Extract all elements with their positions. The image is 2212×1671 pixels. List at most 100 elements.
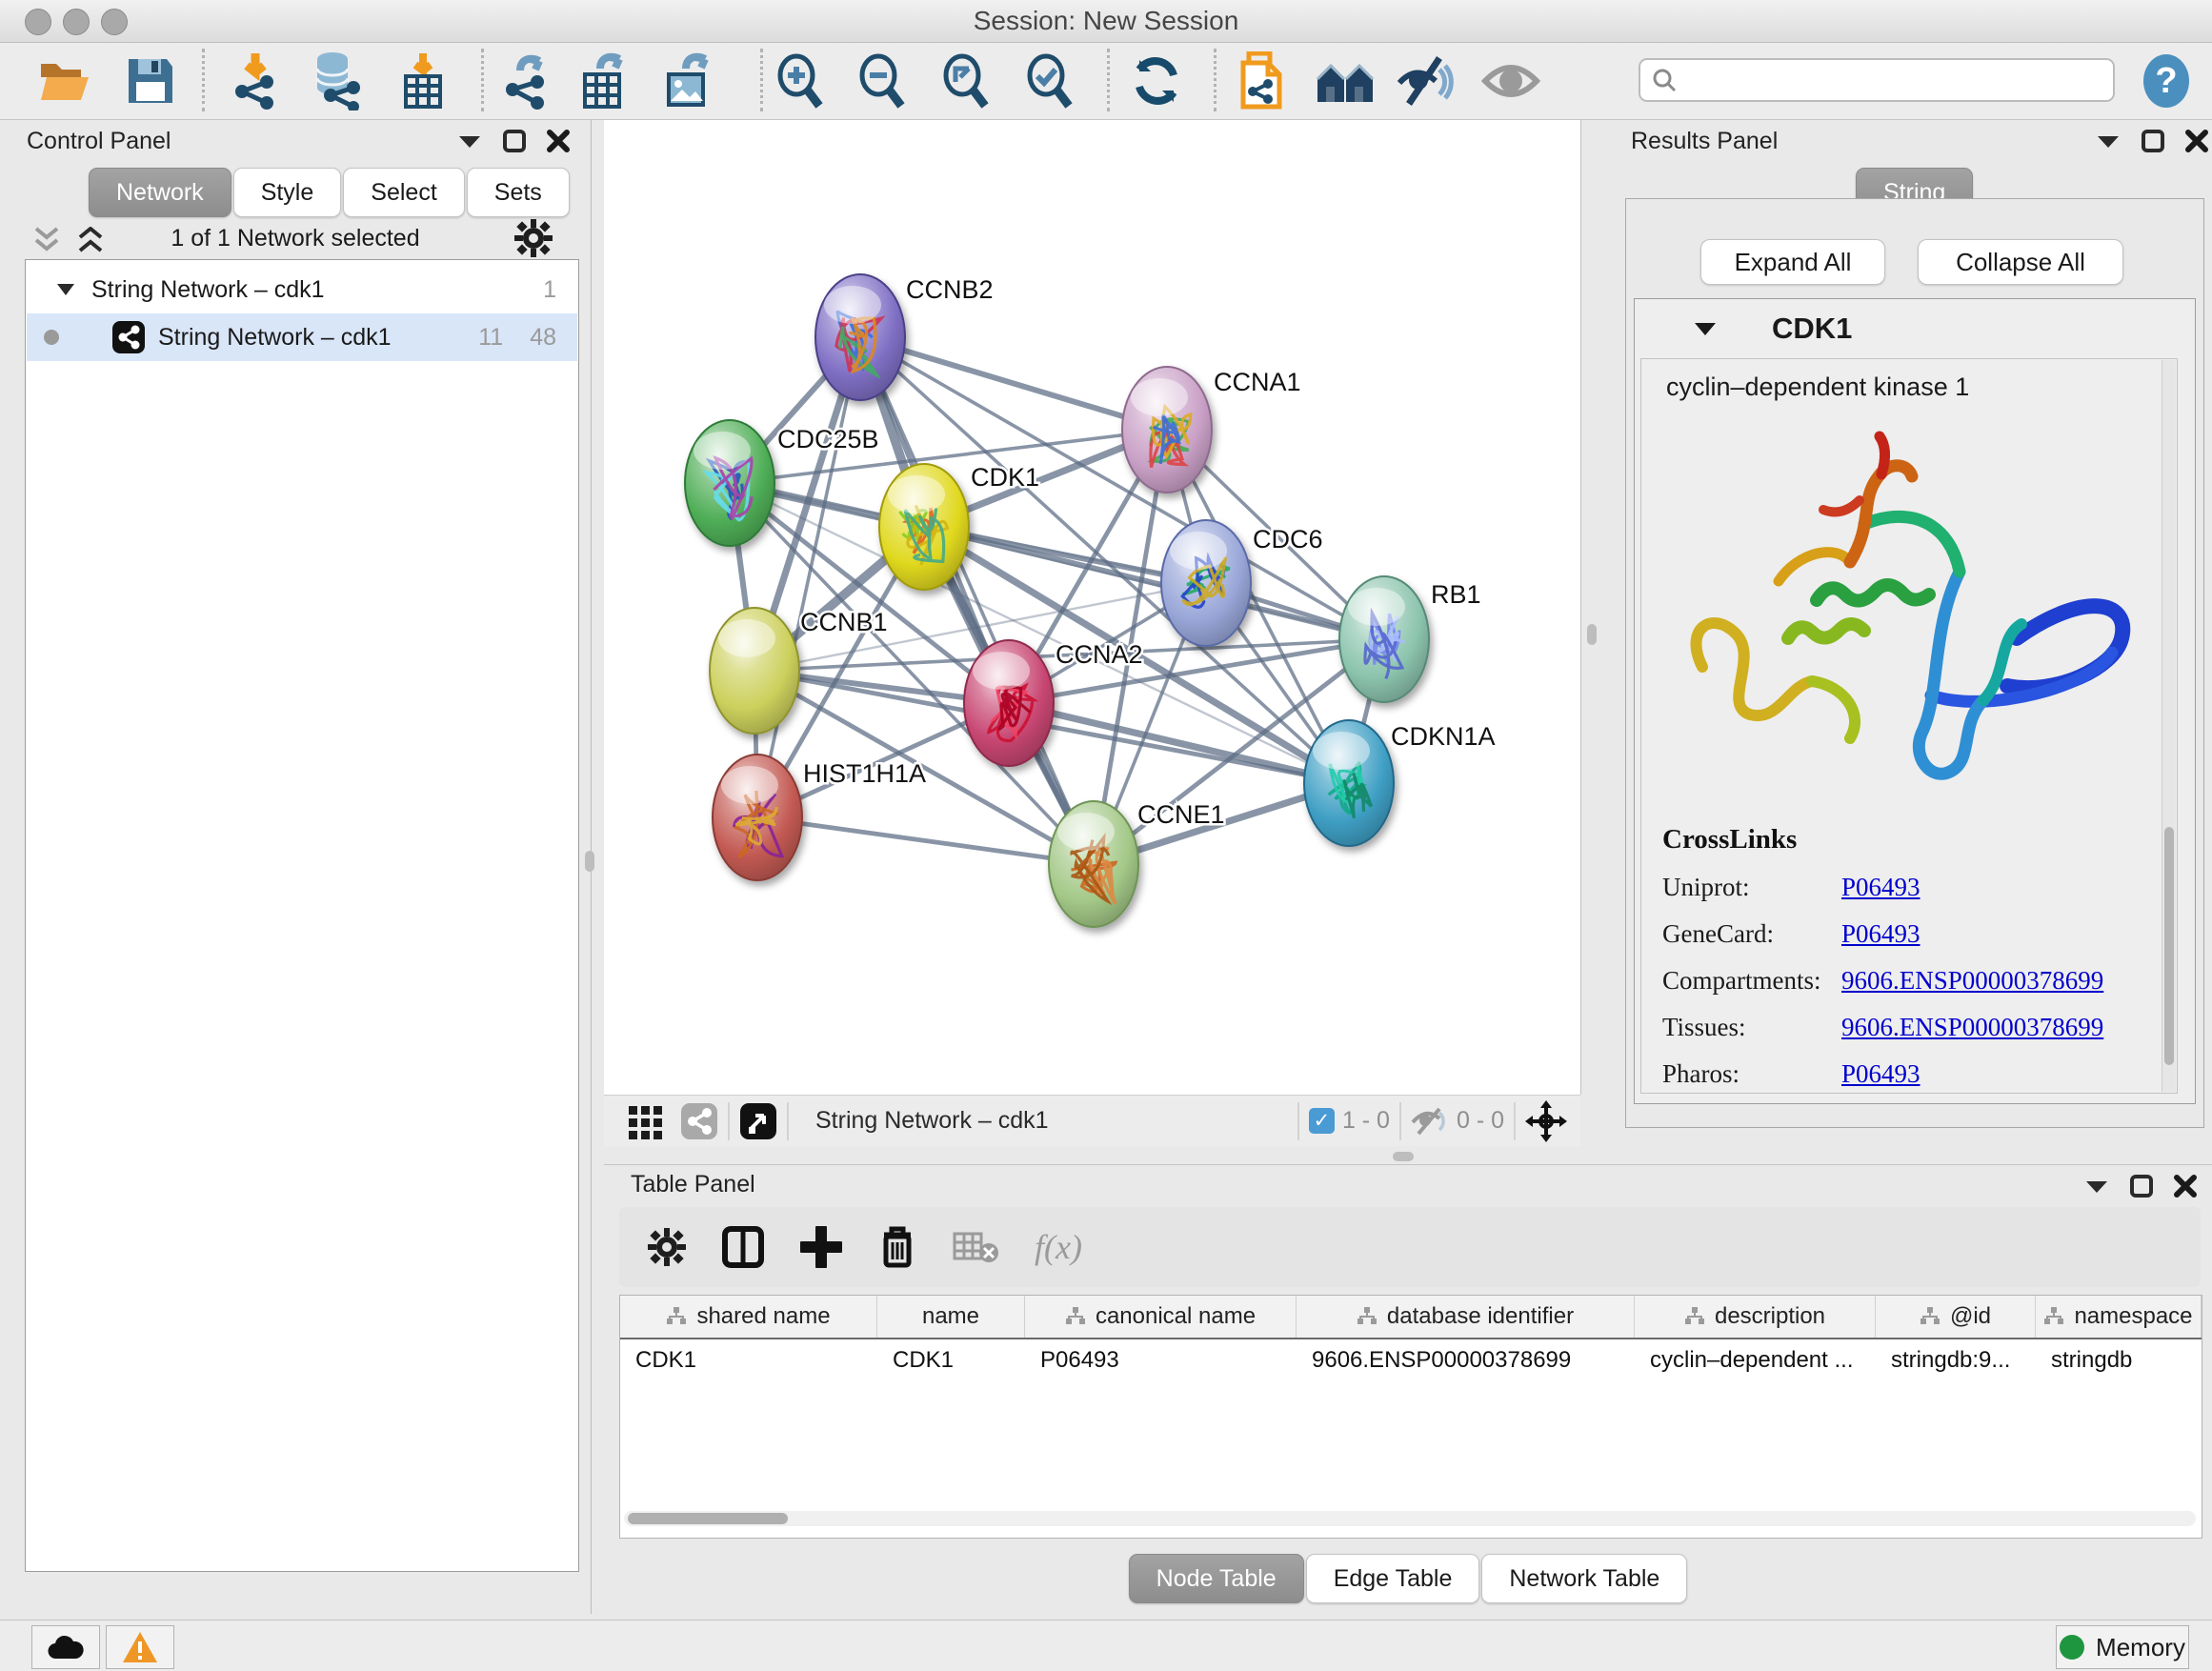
column-header-canonical-name[interactable]: canonical name xyxy=(1025,1296,1297,1338)
network-edge[interactable] xyxy=(757,337,860,817)
crosslink-link[interactable]: 9606.ENSP00000378699 xyxy=(1841,1013,2103,1042)
clone-network-icon[interactable] xyxy=(1231,50,1292,111)
results-scrollbar-thumb[interactable] xyxy=(2164,827,2174,1065)
network-edge[interactable] xyxy=(1009,703,1349,783)
left-splitter-handle[interactable] xyxy=(585,851,594,872)
table-cell[interactable]: cyclin–dependent ... xyxy=(1635,1339,1876,1381)
network-node-CDC6[interactable]: CDC6 xyxy=(1161,520,1323,646)
tab-sets[interactable]: Sets xyxy=(467,168,570,217)
column-header-database-identifier[interactable]: database identifier xyxy=(1297,1296,1635,1338)
column-header-name[interactable]: name xyxy=(877,1296,1025,1338)
tab-style[interactable]: Style xyxy=(233,168,342,217)
panel-close-icon[interactable] xyxy=(2185,130,2208,152)
show-columns-icon[interactable] xyxy=(722,1226,764,1268)
export-image-icon[interactable] xyxy=(657,50,718,111)
network-edge[interactable] xyxy=(757,817,1094,864)
table-cell[interactable]: stringdb xyxy=(2036,1339,2202,1381)
network-collection-row[interactable]: String Network – cdk1 1 xyxy=(27,266,577,313)
network-node-CDKN1A[interactable]: CDKN1A xyxy=(1304,720,1496,846)
network-node-CCNA2[interactable]: CCNA2 xyxy=(964,640,1143,766)
tab-select[interactable]: Select xyxy=(343,168,464,217)
function-builder-icon[interactable]: f(x) xyxy=(1035,1227,1082,1267)
memory-button[interactable]: Memory xyxy=(2056,1625,2189,1669)
import-network-icon[interactable] xyxy=(225,50,286,111)
network-node-RB1[interactable]: RB1 xyxy=(1339,576,1481,702)
add-column-icon[interactable] xyxy=(800,1226,842,1268)
protein-card-header[interactable]: CDK1 xyxy=(1635,299,2195,358)
selected-nodes-checkbox[interactable]: ✓ xyxy=(1309,1108,1335,1134)
table-cell[interactable]: P06493 xyxy=(1025,1339,1297,1381)
pan-tool-icon[interactable] xyxy=(1525,1100,1567,1142)
warning-status-button[interactable] xyxy=(106,1625,174,1669)
open-session-icon[interactable] xyxy=(34,50,95,111)
network-edge[interactable] xyxy=(860,337,1167,430)
network-canvas[interactable]: CCNB2CCNA1CDC25BCDK1CDC6RB1CCNB1CCNA2CDK… xyxy=(604,120,1581,1095)
horizontal-splitter-handle[interactable] xyxy=(1393,1152,1414,1161)
delete-table-icon[interactable] xyxy=(953,1230,998,1264)
grid-view-icon[interactable] xyxy=(627,1102,665,1140)
collection-expand-icon[interactable] xyxy=(55,282,76,297)
hidden-items-icon[interactable] xyxy=(1411,1107,1449,1136)
crosslink-link[interactable]: 9606.ENSP00000378699 xyxy=(1841,966,2103,996)
import-table-icon[interactable] xyxy=(392,50,453,111)
search-input[interactable] xyxy=(1677,66,2090,94)
tab-network[interactable]: Network xyxy=(89,168,231,217)
zoom-fit-icon[interactable] xyxy=(935,50,996,111)
zoom-selected-icon[interactable] xyxy=(1019,50,1080,111)
birdseye-view-icon[interactable] xyxy=(739,1102,777,1140)
show-all-icon[interactable] xyxy=(1480,50,1541,111)
network-node-CCNE1[interactable]: CCNE1 xyxy=(1049,800,1225,927)
hide-selection-icon[interactable] xyxy=(1397,50,1458,111)
tab-edge-table[interactable]: Edge Table xyxy=(1306,1554,1480,1603)
panel-collapse-icon[interactable] xyxy=(457,132,482,150)
export-table-icon[interactable] xyxy=(573,50,634,111)
table-cell[interactable]: stringdb:9... xyxy=(1876,1339,2036,1381)
network-node-CDK1[interactable]: CDK1 xyxy=(879,463,1039,590)
column-header-namespace[interactable]: namespace xyxy=(2036,1296,2202,1338)
table-cell[interactable]: CDK1 xyxy=(620,1339,877,1381)
import-network-database-icon[interactable] xyxy=(307,50,368,111)
panel-close-icon[interactable] xyxy=(547,130,570,152)
network-row-label: String Network – cdk1 xyxy=(158,324,392,352)
column-header-@id[interactable]: @id xyxy=(1876,1296,2036,1338)
tab-node-table[interactable]: Node Table xyxy=(1129,1554,1304,1603)
network-node-CCNB2[interactable]: CCNB2 xyxy=(815,274,994,400)
network-list-view-icon[interactable] xyxy=(680,1102,718,1140)
collapse-all-button[interactable]: Collapse All xyxy=(1918,239,2123,285)
network-node-HIST1H1A[interactable]: HIST1H1A xyxy=(713,755,926,880)
table-cell[interactable]: 9606.ENSP00000378699 xyxy=(1297,1339,1635,1381)
network-graph[interactable]: CCNB2CCNA1CDC25BCDK1CDC6RB1CCNB1CCNA2CDK… xyxy=(604,120,1580,1095)
panel-float-icon[interactable] xyxy=(2130,1175,2153,1198)
panel-close-icon[interactable] xyxy=(2174,1175,2197,1198)
column-header-shared-name[interactable]: shared name xyxy=(620,1296,877,1338)
panel-float-icon[interactable] xyxy=(2142,130,2164,152)
network-row[interactable]: String Network – cdk1 11 48 xyxy=(27,313,577,361)
panel-collapse-icon[interactable] xyxy=(2084,1178,2109,1195)
zoom-out-icon[interactable] xyxy=(852,50,913,111)
card-collapse-icon[interactable] xyxy=(1694,321,1717,337)
tab-network-table[interactable]: Network Table xyxy=(1481,1554,1687,1603)
column-header-description[interactable]: description xyxy=(1635,1296,1876,1338)
crosslink-link[interactable]: P06493 xyxy=(1841,919,1920,949)
panel-collapse-icon[interactable] xyxy=(2096,132,2121,150)
export-network-icon[interactable] xyxy=(497,50,558,111)
table-cell[interactable]: CDK1 xyxy=(877,1339,1025,1381)
refresh-icon[interactable] xyxy=(1126,50,1187,111)
right-splitter-handle[interactable] xyxy=(1587,624,1597,645)
results-scrollbar[interactable] xyxy=(2162,360,2176,1092)
crosslink-link[interactable]: P06493 xyxy=(1841,873,1920,902)
panel-float-icon[interactable] xyxy=(503,130,526,152)
help-button[interactable]: ? xyxy=(2136,50,2197,111)
delete-column-icon[interactable] xyxy=(878,1225,916,1269)
network-options-gear-icon[interactable] xyxy=(514,219,553,262)
expand-all-button[interactable]: Expand All xyxy=(1700,239,1885,285)
table-hscrollbar-thumb[interactable] xyxy=(628,1513,788,1524)
table-row[interactable]: CDK1CDK1P064939606.ENSP00000378699cyclin… xyxy=(620,1339,2202,1381)
cloud-status-button[interactable] xyxy=(31,1625,100,1669)
table-settings-icon[interactable] xyxy=(648,1228,686,1266)
save-session-icon[interactable] xyxy=(120,50,181,111)
table-hscrollbar[interactable] xyxy=(624,1511,2196,1526)
zoom-in-icon[interactable] xyxy=(770,50,831,111)
first-neighbors-icon[interactable] xyxy=(1315,50,1376,111)
crosslink-link[interactable]: P06493 xyxy=(1841,1059,1920,1089)
